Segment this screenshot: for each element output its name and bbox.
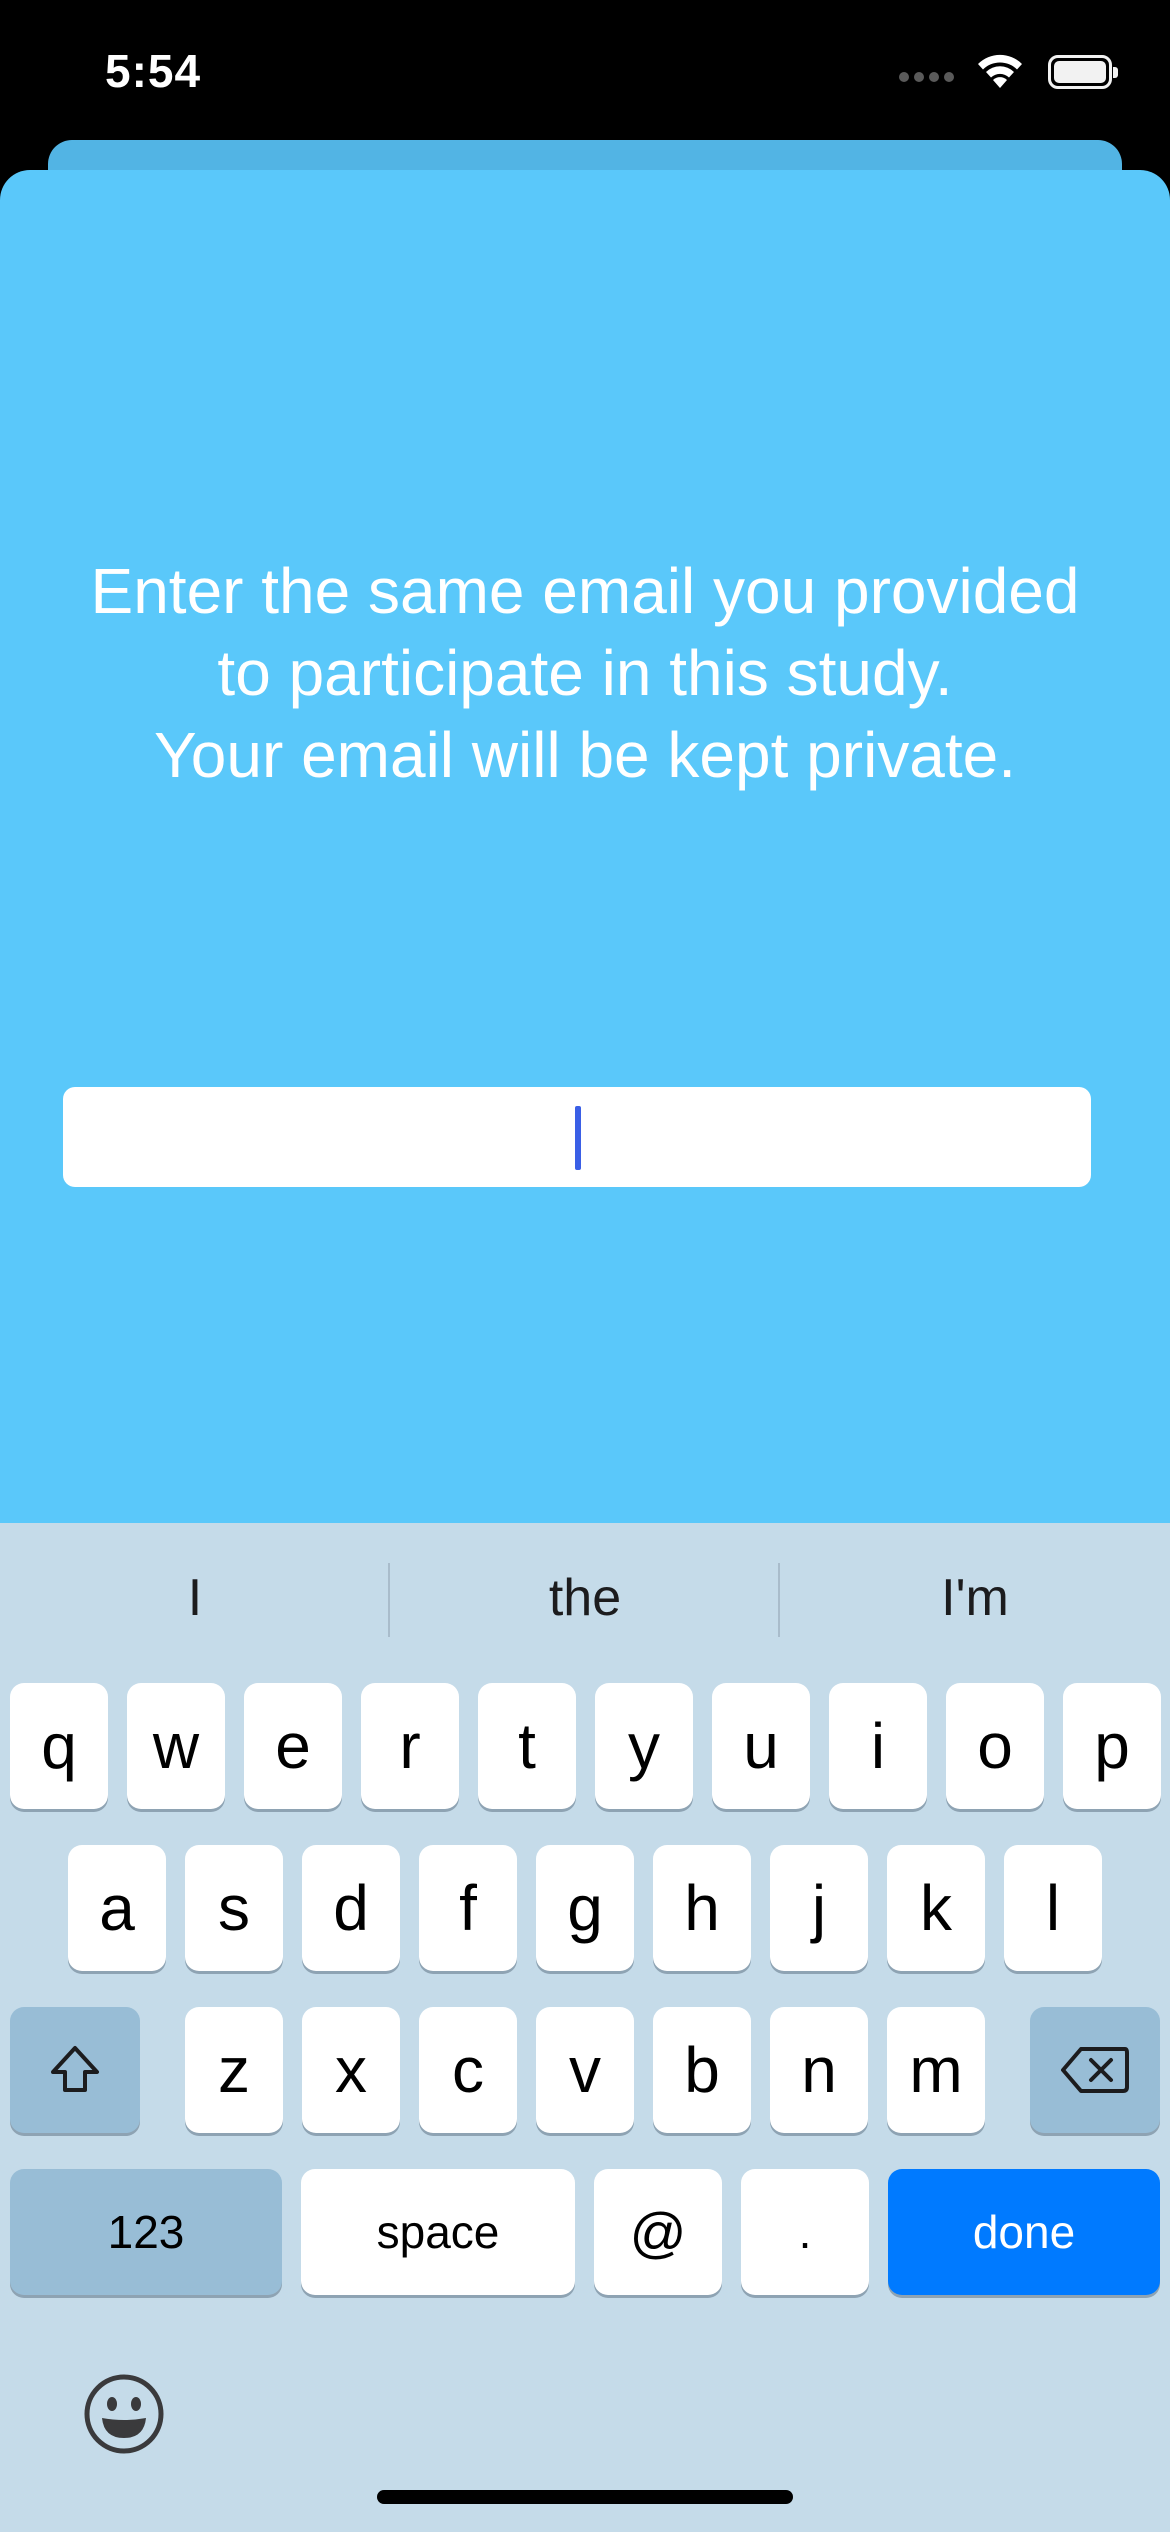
screen: 5:54 Enter the same email you provided t… [0,0,1170,2532]
shift-key[interactable] [10,2007,140,2133]
status-time: 5:54 [105,45,202,97]
key-w[interactable]: w [127,1683,225,1809]
key-n[interactable]: n [770,2007,868,2133]
keyboard: I the I'm q w e r t y u i o p a s d f g … [0,1523,1170,2532]
key-f[interactable]: f [419,1845,517,1971]
key-b[interactable]: b [653,2007,751,2133]
home-indicator [377,2490,793,2504]
status-icons [899,52,1118,92]
prompt-line: to participate in this study. [217,637,953,709]
suggestion-item[interactable]: I'm [780,1523,1170,1673]
text-caret [575,1106,581,1170]
key-y[interactable]: y [595,1683,693,1809]
predictive-bar: I the I'm [0,1523,1170,1673]
key-k[interactable]: k [887,1845,985,1971]
email-prompt: Enter the same email you provided to par… [40,550,1130,796]
wifi-icon [978,54,1022,88]
key-u[interactable]: u [712,1683,810,1809]
delete-key[interactable] [1030,2007,1160,2133]
battery-icon [1048,55,1118,89]
key-a[interactable]: a [68,1845,166,1971]
key-d[interactable]: d [302,1845,400,1971]
key-g[interactable]: g [536,1845,634,1971]
emoji-icon[interactable] [82,2372,166,2456]
key-p[interactable]: p [1063,1683,1161,1809]
key-e[interactable]: e [244,1683,342,1809]
key-j[interactable]: j [770,1845,868,1971]
key-x[interactable]: x [302,2007,400,2133]
cellular-signal-icon [899,72,954,82]
key-s[interactable]: s [185,1845,283,1971]
suggestion-item[interactable]: I [0,1523,390,1673]
shift-icon [51,2046,99,2092]
numbers-key[interactable]: 123 [10,2169,282,2295]
key-i[interactable]: i [829,1683,927,1809]
done-button[interactable]: done [888,2169,1160,2295]
dot-key[interactable]: . [741,2169,869,2295]
delete-icon [1061,2047,1129,2093]
key-c[interactable]: c [419,2007,517,2133]
key-r[interactable]: r [361,1683,459,1809]
suggestion-item[interactable]: the [390,1523,780,1673]
key-h[interactable]: h [653,1845,751,1971]
key-q[interactable]: q [10,1683,108,1809]
key-t[interactable]: t [478,1683,576,1809]
space-key[interactable]: space [301,2169,575,2295]
prompt-line: Your email will be kept private. [153,719,1017,791]
key-m[interactable]: m [887,2007,985,2133]
key-l[interactable]: l [1004,1845,1102,1971]
prompt-line: Enter the same email you provided [90,555,1080,627]
key-z[interactable]: z [185,2007,283,2133]
key-v[interactable]: v [536,2007,634,2133]
key-o[interactable]: o [946,1683,1044,1809]
at-key[interactable]: @ [594,2169,722,2295]
